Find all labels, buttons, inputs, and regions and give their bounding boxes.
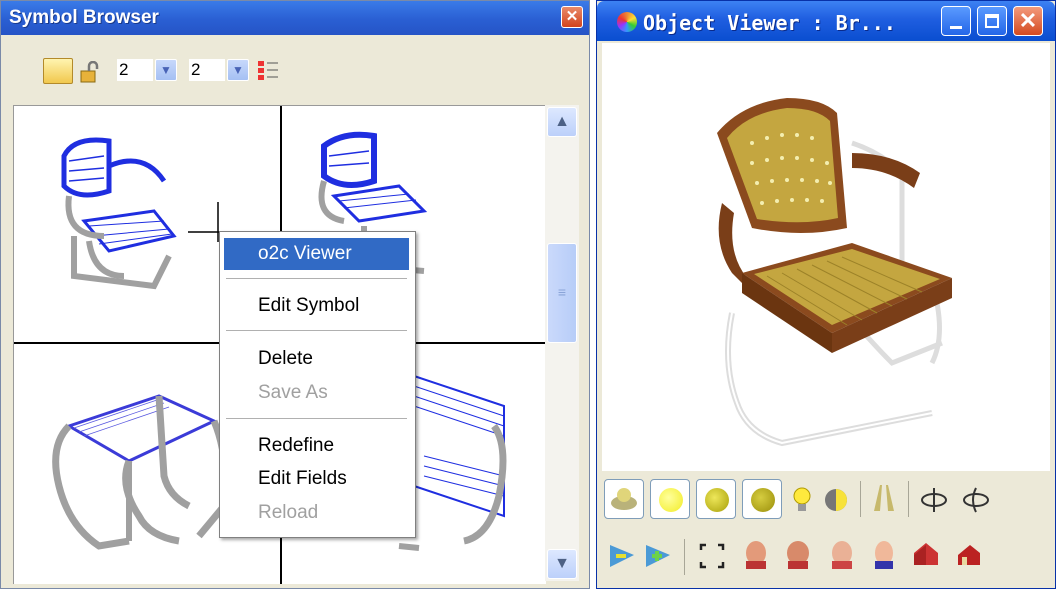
rows-select[interactable]: 2 — [117, 59, 153, 81]
symbol-browser-window: Symbol Browser ✕ 2 ▼ 2 ▼ ▲ ≡ ▼ o2c Viewe… — [0, 0, 590, 589]
toolbar-separator — [860, 481, 861, 517]
minimize-icon[interactable] — [941, 6, 971, 36]
close-icon[interactable]: ✕ — [561, 6, 583, 28]
menu-item-reload: Reload — [258, 502, 319, 523]
house-side-icon[interactable] — [954, 539, 982, 569]
maximize-icon[interactable] — [977, 6, 1007, 36]
scroll-thumb[interactable]: ≡ — [547, 243, 577, 343]
menu-item-edit-symbol[interactable]: Edit Symbol — [224, 290, 409, 322]
checklist-icon[interactable] — [257, 59, 279, 83]
symbol-thumbnail-chair-3[interactable] — [394, 366, 544, 566]
rotate-right-icon[interactable] — [962, 485, 990, 515]
chair-3d-model — [717, 98, 952, 447]
symbol-browser-toolbar: 2 ▼ 2 ▼ — [5, 35, 587, 107]
toolbar-separator — [908, 481, 909, 517]
menu-separator — [226, 330, 407, 331]
3d-viewport[interactable] — [602, 43, 1050, 471]
menu-item-delete[interactable]: Delete — [224, 343, 409, 375]
fit-view-icon[interactable] — [698, 541, 726, 571]
head-back-icon[interactable] — [828, 539, 856, 569]
scroll-down-icon[interactable]: ▼ — [547, 549, 577, 579]
menu-item-redefine[interactable]: Redefine — [224, 430, 409, 462]
rotate-left-icon[interactable] — [920, 485, 948, 515]
chevron-down-icon[interactable]: ▼ — [155, 59, 177, 81]
scroll-up-icon[interactable]: ▲ — [547, 107, 577, 137]
chevron-down-icon[interactable]: ▼ — [227, 59, 249, 81]
sphere-medium-icon[interactable] — [696, 479, 736, 519]
menu-item-save-as: Save As — [258, 382, 328, 403]
house-icon[interactable] — [912, 539, 940, 569]
head-front-icon[interactable] — [742, 539, 770, 569]
sphere-bright-icon[interactable] — [650, 479, 690, 519]
cols-select[interactable]: 2 — [189, 59, 225, 81]
symbol-browser-titlebar[interactable]: Symbol Browser ✕ — [1, 1, 589, 35]
menu-separator — [226, 278, 407, 279]
render-toolbar — [602, 475, 1050, 523]
window-title: Object Viewer : Br... — [643, 11, 896, 35]
app-cube-icon — [617, 12, 637, 32]
lightbulb-icon[interactable] — [788, 485, 816, 515]
sphere-dark-icon[interactable] — [742, 479, 782, 519]
folder-icon[interactable] — [43, 58, 73, 84]
menu-item-edit-fields[interactable]: Edit Fields — [224, 463, 409, 495]
perspective-icon[interactable] — [870, 483, 898, 513]
symbol-thumbnail-table-1[interactable] — [39, 366, 249, 566]
object-viewer-titlebar[interactable]: Object Viewer : Br... ✕ — [597, 1, 1055, 41]
shading-flat-icon[interactable] — [604, 479, 644, 519]
zoom-in-icon[interactable] — [644, 541, 672, 571]
menu-item-o2c-viewer[interactable]: o2c Viewer — [224, 238, 409, 270]
contrast-icon[interactable] — [822, 485, 850, 515]
head-side-icon[interactable] — [784, 539, 812, 569]
vertical-scrollbar[interactable]: ▲ ≡ ▼ — [545, 105, 579, 581]
unlock-icon[interactable] — [79, 61, 101, 83]
context-menu: o2c Viewer Edit Symbol Delete Save As Re… — [219, 231, 416, 538]
menu-separator — [226, 418, 407, 419]
toolbar-separator — [684, 539, 685, 575]
head-top-icon[interactable] — [870, 539, 898, 569]
close-icon[interactable]: ✕ — [1013, 6, 1043, 36]
symbol-thumbnail-chair-1[interactable] — [34, 126, 204, 296]
object-viewer-window: Object Viewer : Br... ✕ — [596, 0, 1056, 589]
navigation-toolbar — [602, 531, 1050, 581]
window-title: Symbol Browser — [9, 7, 159, 28]
zoom-out-icon[interactable] — [608, 541, 636, 571]
